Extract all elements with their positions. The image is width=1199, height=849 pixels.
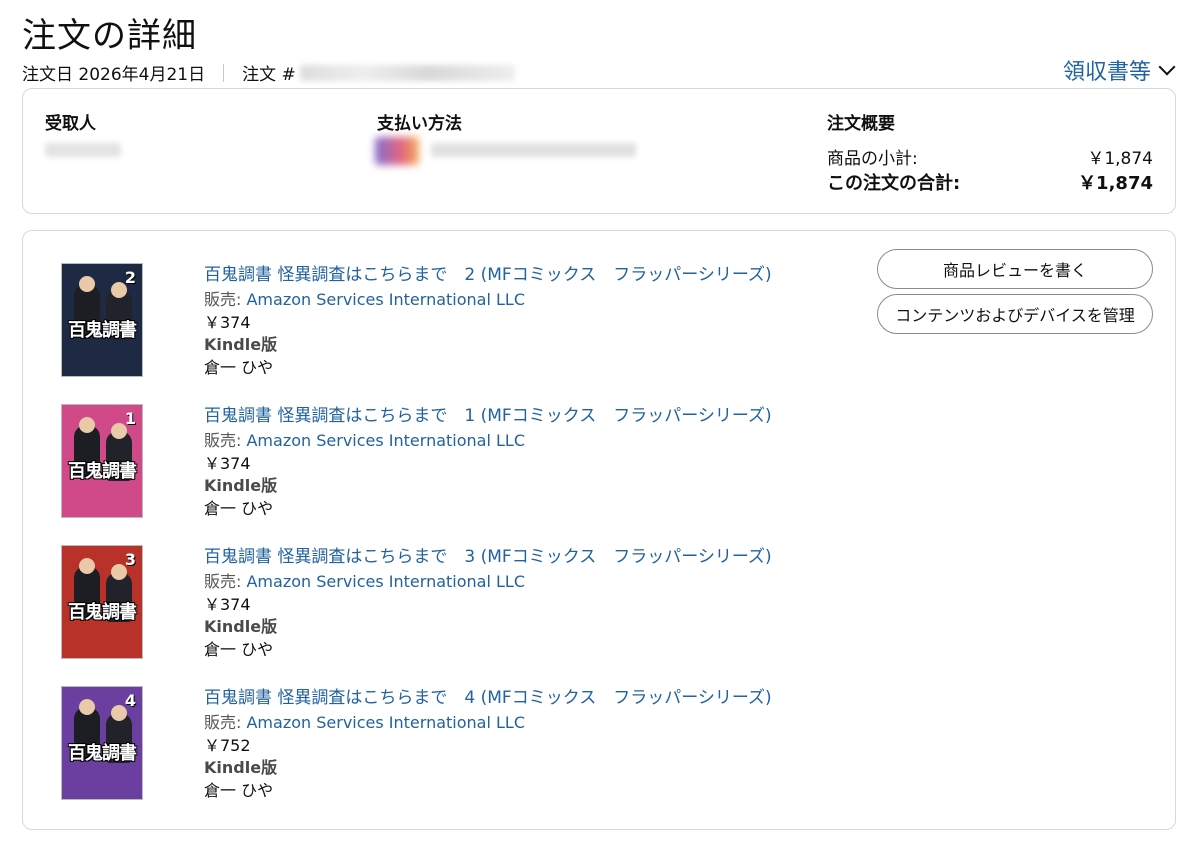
- seller-link[interactable]: Amazon Services International LLC: [246, 572, 525, 591]
- item-author: 倉一 ひや: [204, 781, 274, 800]
- order-item: 1 百鬼調書 百鬼調書 怪異調査はこちらまで 1 (MFコミックス フラッパーシ…: [61, 404, 821, 520]
- book-cover-image[interactable]: 4 百鬼調書: [61, 686, 143, 800]
- seller-prefix: 販売:: [204, 431, 247, 450]
- item-author: 倉一 ひや: [204, 499, 274, 518]
- seller-prefix: 販売:: [204, 713, 247, 732]
- card-brand-icon: [375, 137, 419, 165]
- item-title-link[interactable]: 百鬼調書 怪異調査はこちらまで 4 (MFコミックス フラッパーシリーズ): [204, 686, 772, 710]
- receipt-link-label[interactable]: 領収書等: [1063, 54, 1151, 86]
- seller-link[interactable]: Amazon Services International LLC: [246, 713, 525, 732]
- receipt-dropdown[interactable]: 領収書等: [1063, 54, 1176, 86]
- item-title-link[interactable]: 百鬼調書 怪異調査はこちらまで 3 (MFコミックス フラッパーシリーズ): [204, 545, 772, 569]
- item-seller: 販売: Amazon Services International LLC: [204, 429, 772, 453]
- cover-title: 百鬼調書: [68, 743, 137, 764]
- payment-redacted: [431, 143, 636, 157]
- item-price: ￥374: [204, 595, 251, 614]
- subtotal-label: 商品の小計:: [827, 149, 918, 169]
- item-author: 倉一 ひや: [204, 358, 274, 377]
- cover-volume: 4: [124, 691, 136, 710]
- item-seller: 販売: Amazon Services International LLC: [204, 288, 772, 312]
- cover-title: 百鬼調書: [68, 602, 137, 623]
- cover-title: 百鬼調書: [68, 320, 137, 341]
- write-review-button[interactable]: 商品レビューを書く: [877, 249, 1153, 289]
- payment-heading: 支払い方法: [377, 114, 462, 134]
- item-format: Kindle版: [204, 476, 278, 495]
- cover-title: 百鬼調書: [68, 461, 137, 482]
- item-price: ￥374: [204, 454, 251, 473]
- cover-volume: 3: [124, 550, 136, 569]
- item-format: Kindle版: [204, 617, 278, 636]
- cover-volume: 1: [124, 409, 136, 428]
- order-number-redacted: [299, 64, 515, 81]
- order-items-panel: 商品レビューを書く コンテンツおよびデバイスを管理 2 百鬼調書 百鬼調書 怪異…: [22, 230, 1176, 830]
- order-date: 注文日 2026年4月21日: [22, 65, 206, 85]
- book-cover-image[interactable]: 2 百鬼調書: [61, 263, 143, 377]
- manage-content-button[interactable]: コンテンツおよびデバイスを管理: [877, 294, 1153, 334]
- seller-link[interactable]: Amazon Services International LLC: [246, 431, 525, 450]
- order-summary-panel: 受取人 支払い方法 注文概要 商品の小計: ￥1,874 この注文の合計: ￥1…: [22, 88, 1176, 214]
- book-cover-image[interactable]: 3 百鬼調書: [61, 545, 143, 659]
- item-title-link[interactable]: 百鬼調書 怪異調査はこちらまで 1 (MFコミックス フラッパーシリーズ): [204, 404, 772, 428]
- book-cover-image[interactable]: 1 百鬼調書: [61, 404, 143, 518]
- item-format: Kindle版: [204, 335, 278, 354]
- seller-prefix: 販売:: [204, 572, 247, 591]
- item-format: Kindle版: [204, 758, 278, 777]
- item-seller: 販売: Amazon Services International LLC: [204, 570, 772, 594]
- seller-prefix: 販売:: [204, 290, 247, 309]
- item-price: ￥752: [204, 736, 251, 755]
- page-title: 注文の詳細: [22, 16, 197, 56]
- recipient-heading: 受取人: [45, 114, 96, 134]
- chevron-down-icon[interactable]: [1158, 58, 1176, 76]
- item-price: ￥374: [204, 313, 251, 332]
- total-row: この注文の合計: ￥1,874: [827, 169, 1153, 195]
- order-item: 3 百鬼調書 百鬼調書 怪異調査はこちらまで 3 (MFコミックス フラッパーシ…: [61, 545, 821, 661]
- cover-volume: 2: [124, 268, 136, 287]
- order-number-label: 注文 #: [242, 65, 296, 85]
- recipient-redacted: [45, 143, 121, 157]
- subtotal-row: 商品の小計: ￥1,874: [827, 144, 1153, 169]
- item-author: 倉一 ひや: [204, 640, 274, 659]
- order-item: 4 百鬼調書 百鬼調書 怪異調査はこちらまで 4 (MFコミックス フラッパーシ…: [61, 686, 821, 802]
- overview-heading: 注文概要: [827, 114, 895, 134]
- order-meta: 注文日 2026年4月21日 注文 #: [22, 60, 515, 85]
- seller-link[interactable]: Amazon Services International LLC: [246, 290, 525, 309]
- order-item: 2 百鬼調書 百鬼調書 怪異調査はこちらまで 2 (MFコミックス フラッパーシ…: [61, 263, 821, 379]
- total-label: この注文の合計:: [827, 173, 961, 194]
- item-seller: 販売: Amazon Services International LLC: [204, 711, 772, 735]
- total-value: ￥1,874: [1078, 173, 1153, 194]
- item-title-link[interactable]: 百鬼調書 怪異調査はこちらまで 2 (MFコミックス フラッパーシリーズ): [204, 263, 772, 287]
- subtotal-value: ￥1,874: [1087, 149, 1153, 169]
- divider: [223, 63, 225, 82]
